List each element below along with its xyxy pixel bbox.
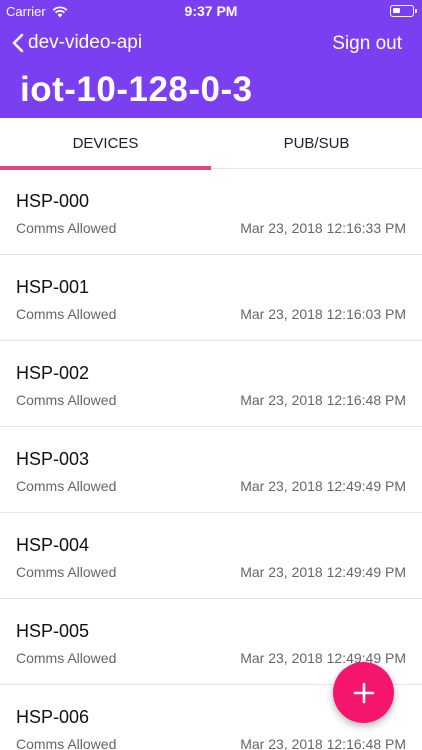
device-name: HSP-004 (16, 535, 90, 555)
device-name: HSP-002 (16, 363, 90, 383)
app-header: Carrier 9:37 PM dev-video-api Sign out i… (0, 0, 422, 118)
sign-out-button[interactable]: Sign out (332, 33, 402, 55)
device-status: Comms Allowed (16, 736, 117, 750)
device-date: Mar 23, 2018 12:49:49 PM (240, 478, 406, 494)
back-label: dev-video-api (28, 32, 143, 53)
device-row[interactable]: HSP-001 Comms Allowed Mar 23, 2018 12:16… (0, 255, 422, 341)
device-status: Comms Allowed (16, 478, 117, 494)
battery-icon (390, 5, 417, 17)
device-date: Mar 23, 2018 12:16:48 PM (240, 736, 406, 750)
device-row[interactable]: HSP-000 Comms Allowed Mar 23, 2018 12:16… (0, 169, 422, 255)
status-time: 9:37 PM (184, 3, 238, 19)
tab-bar: DEVICES PUB/SUB (0, 118, 422, 170)
device-name: HSP-003 (16, 449, 90, 469)
device-row[interactable]: HSP-002 Comms Allowed Mar 23, 2018 12:16… (0, 341, 422, 427)
device-name: HSP-006 (16, 707, 90, 727)
device-row[interactable]: HSP-004 Comms Allowed Mar 23, 2018 12:49… (0, 513, 422, 599)
add-device-button[interactable] (333, 662, 394, 723)
device-date: Mar 23, 2018 12:16:33 PM (240, 220, 406, 236)
device-status: Comms Allowed (16, 306, 117, 322)
tab-pub-sub[interactable]: PUB/SUB (211, 118, 422, 169)
device-status: Comms Allowed (16, 650, 117, 666)
status-bar: Carrier 9:37 PM (0, 0, 422, 22)
device-date: Mar 23, 2018 12:16:48 PM (240, 392, 406, 408)
device-status: Comms Allowed (16, 220, 117, 236)
device-name: HSP-001 (16, 277, 90, 297)
back-button[interactable]: dev-video-api (12, 32, 142, 54)
device-date: Mar 23, 2018 12:49:49 PM (240, 650, 406, 666)
device-date: Mar 23, 2018 12:16:03 PM (240, 306, 406, 322)
chevron-left-icon (12, 33, 24, 53)
device-name: HSP-000 (16, 191, 90, 211)
plus-icon (353, 682, 374, 703)
device-status: Comms Allowed (16, 564, 117, 580)
page-title: iot-10-128-0-3 (20, 70, 253, 109)
device-status: Comms Allowed (16, 392, 117, 408)
device-row[interactable]: HSP-003 Comms Allowed Mar 23, 2018 12:49… (0, 427, 422, 513)
device-name: HSP-005 (16, 621, 90, 641)
tab-devices[interactable]: DEVICES (0, 118, 211, 170)
device-date: Mar 23, 2018 12:49:49 PM (240, 564, 406, 580)
